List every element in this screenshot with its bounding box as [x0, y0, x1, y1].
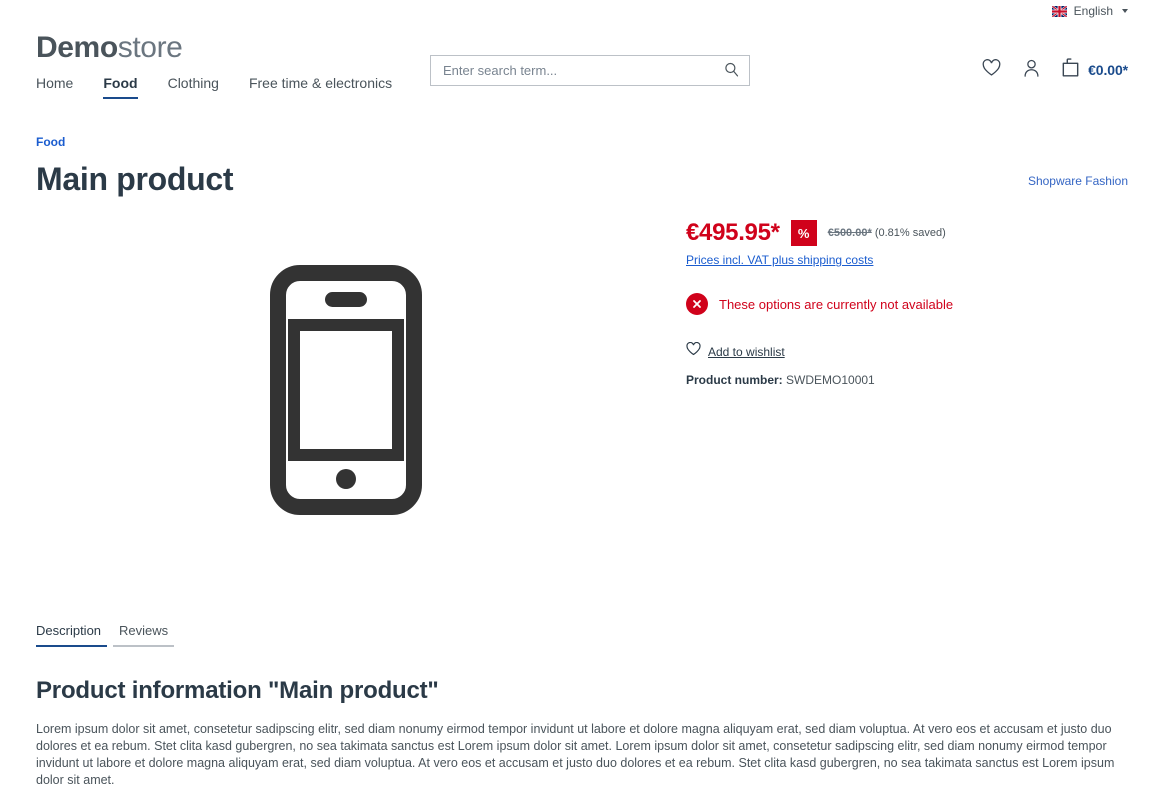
search-submit-button[interactable]: [724, 62, 739, 80]
description-body: Lorem ipsum dolor sit amet, consetetur s…: [36, 722, 1115, 788]
list-price-strikethrough: €500.00*: [827, 227, 872, 240]
nav-item-clothing[interactable]: Clothing: [168, 74, 219, 99]
product-number: Product number: SWDEMO10001: [686, 373, 1128, 387]
availability-notice: These options are currently not availabl…: [686, 293, 1128, 316]
wishlist-icon-button[interactable]: [982, 58, 1001, 82]
logo-light-part: store: [117, 31, 183, 64]
list-price-group: €500.00* (0.81% saved): [828, 227, 946, 239]
discount-badge: %: [790, 220, 817, 247]
cart-amount: €0.00*: [1088, 62, 1128, 78]
smartphone-icon: [270, 264, 422, 520]
product-title-row: Main product Shopware Fashion: [0, 161, 1164, 197]
uk-flag-icon: [1051, 5, 1067, 17]
add-to-wishlist-label: Add to wishlist: [708, 344, 785, 359]
product-tabs: Description Reviews: [0, 622, 1164, 648]
nav-item-food[interactable]: Food: [103, 74, 138, 99]
availability-notice-text: These options are currently not availabl…: [719, 296, 954, 312]
breadcrumb-item-food[interactable]: Food: [36, 135, 65, 149]
product-buy-box: €495.95* % €500.00* (0.81% saved) Prices…: [656, 217, 1128, 567]
product-detail: €495.95* % €500.00* (0.81% saved) Prices…: [0, 217, 1164, 567]
product-price: €495.95*: [686, 219, 780, 247]
heart-icon: [982, 58, 1001, 82]
page-title: Main product: [36, 161, 234, 197]
site-logo[interactable]: Demostore: [36, 31, 183, 64]
site-header: Demostore Enter search term... €0.00*: [0, 22, 1164, 86]
description-panel: Product information "Main product" Lorem…: [0, 677, 1164, 800]
language-switcher[interactable]: English: [1051, 4, 1128, 18]
cart-button[interactable]: €0.00*: [1062, 58, 1128, 82]
product-number-label: Product number:: [686, 373, 783, 388]
error-circle-x-icon: [686, 293, 708, 316]
nav-item-free-time-electronics[interactable]: Free time & electronics: [249, 74, 392, 99]
search-icon: [724, 62, 739, 80]
account-icon-button[interactable]: [1023, 59, 1040, 82]
chevron-down-icon: [1122, 9, 1128, 13]
search-form: [430, 55, 750, 86]
product-gallery[interactable]: [36, 217, 656, 567]
tab-reviews[interactable]: Reviews: [113, 622, 175, 648]
nav-item-home[interactable]: Home: [36, 74, 73, 99]
language-label: English: [1073, 4, 1113, 18]
user-icon: [1023, 59, 1040, 82]
logo-bold-part: Demo: [36, 31, 118, 64]
product-number-value: SWDEMO10001: [786, 373, 875, 388]
manufacturer-link[interactable]: Shopware Fashion: [1028, 174, 1128, 188]
tab-description[interactable]: Description: [36, 622, 108, 648]
description-heading: Product information "Main product": [36, 677, 439, 705]
search-box: [430, 55, 750, 86]
heart-icon: [686, 342, 701, 361]
tax-shipping-link[interactable]: Prices incl. VAT plus shipping costs: [686, 253, 873, 267]
header-actions: €0.00*: [982, 58, 1128, 82]
top-bar: English: [0, 0, 1164, 22]
price-row: €495.95* % €500.00* (0.81% saved): [686, 219, 1128, 247]
bag-icon: [1062, 58, 1079, 82]
page-root: English Demostore Enter search term... €…: [0, 0, 1164, 800]
add-to-wishlist-button[interactable]: Add to wishlist: [686, 342, 1128, 361]
saved-percent-text: (0.81% saved): [874, 227, 946, 240]
breadcrumb: Food: [0, 133, 1164, 151]
search-input[interactable]: [441, 62, 724, 79]
